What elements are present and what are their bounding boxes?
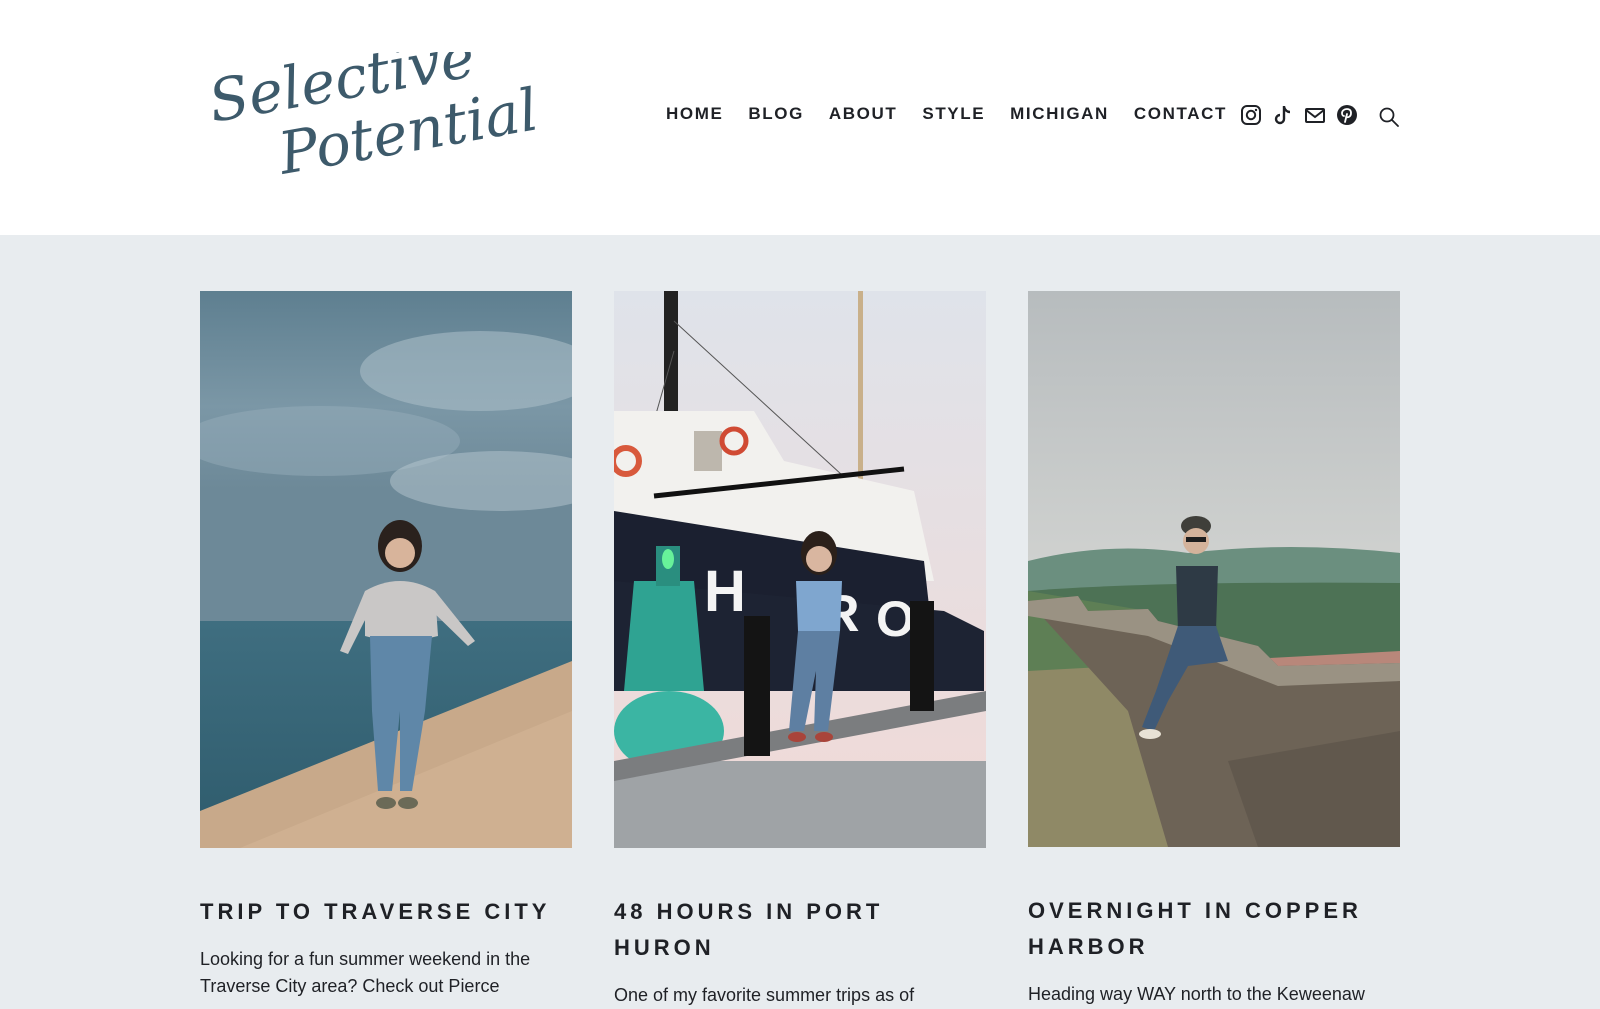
site-logo[interactable]: Selective Potential [205, 52, 535, 182]
tiktok-icon[interactable] [1272, 104, 1294, 126]
instagram-icon[interactable] [1240, 104, 1262, 126]
site-header: Selective Potential HOME BLOG ABOUT STYL… [0, 0, 1600, 235]
nav-michigan[interactable]: MICHIGAN [1010, 104, 1109, 124]
search-icon[interactable] [1378, 106, 1400, 128]
nav-blog[interactable]: BLOG [748, 104, 804, 124]
svg-text:O: O [876, 591, 915, 647]
post-image-copper-harbor[interactable] [1028, 291, 1400, 847]
pinterest-icon[interactable] [1336, 104, 1358, 126]
post-excerpt: Heading way WAY north to the Keweenaw [1028, 984, 1365, 1004]
post-card: OVERNIGHT IN COPPER HARBOR Heading way W… [1028, 291, 1400, 1008]
main-nav: HOME BLOG ABOUT STYLE MICHIGAN CONTACT [666, 104, 1227, 124]
post-card: TRIP TO TRAVERSE CITY Looking for a fun … [200, 291, 572, 1000]
post-image-port-huron[interactable]: H R O [614, 291, 986, 848]
post-image-traverse-city[interactable] [200, 291, 572, 848]
nav-about[interactable]: ABOUT [829, 104, 897, 124]
post-title[interactable]: TRIP TO TRAVERSE CITY [200, 894, 572, 930]
post-title[interactable]: 48 HOURS IN PORT HURON [614, 894, 986, 966]
ship-lettering: H [704, 559, 746, 624]
post-grid: TRIP TO TRAVERSE CITY Looking for a fun … [200, 291, 1402, 1005]
email-icon[interactable] [1304, 104, 1326, 126]
nav-style[interactable]: STYLE [922, 104, 985, 124]
social-links [1240, 104, 1358, 126]
post-excerpt: One of my favorite summer trips as of [614, 985, 915, 1005]
post-card: H R O 48 HOURS IN PORT HURON One of my f… [614, 291, 986, 1009]
nav-contact[interactable]: CONTACT [1134, 104, 1227, 124]
post-title[interactable]: OVERNIGHT IN COPPER HARBOR [1028, 893, 1400, 965]
nav-home[interactable]: HOME [666, 104, 723, 124]
post-excerpt: Looking for a fun summer weekend in the … [200, 949, 531, 996]
